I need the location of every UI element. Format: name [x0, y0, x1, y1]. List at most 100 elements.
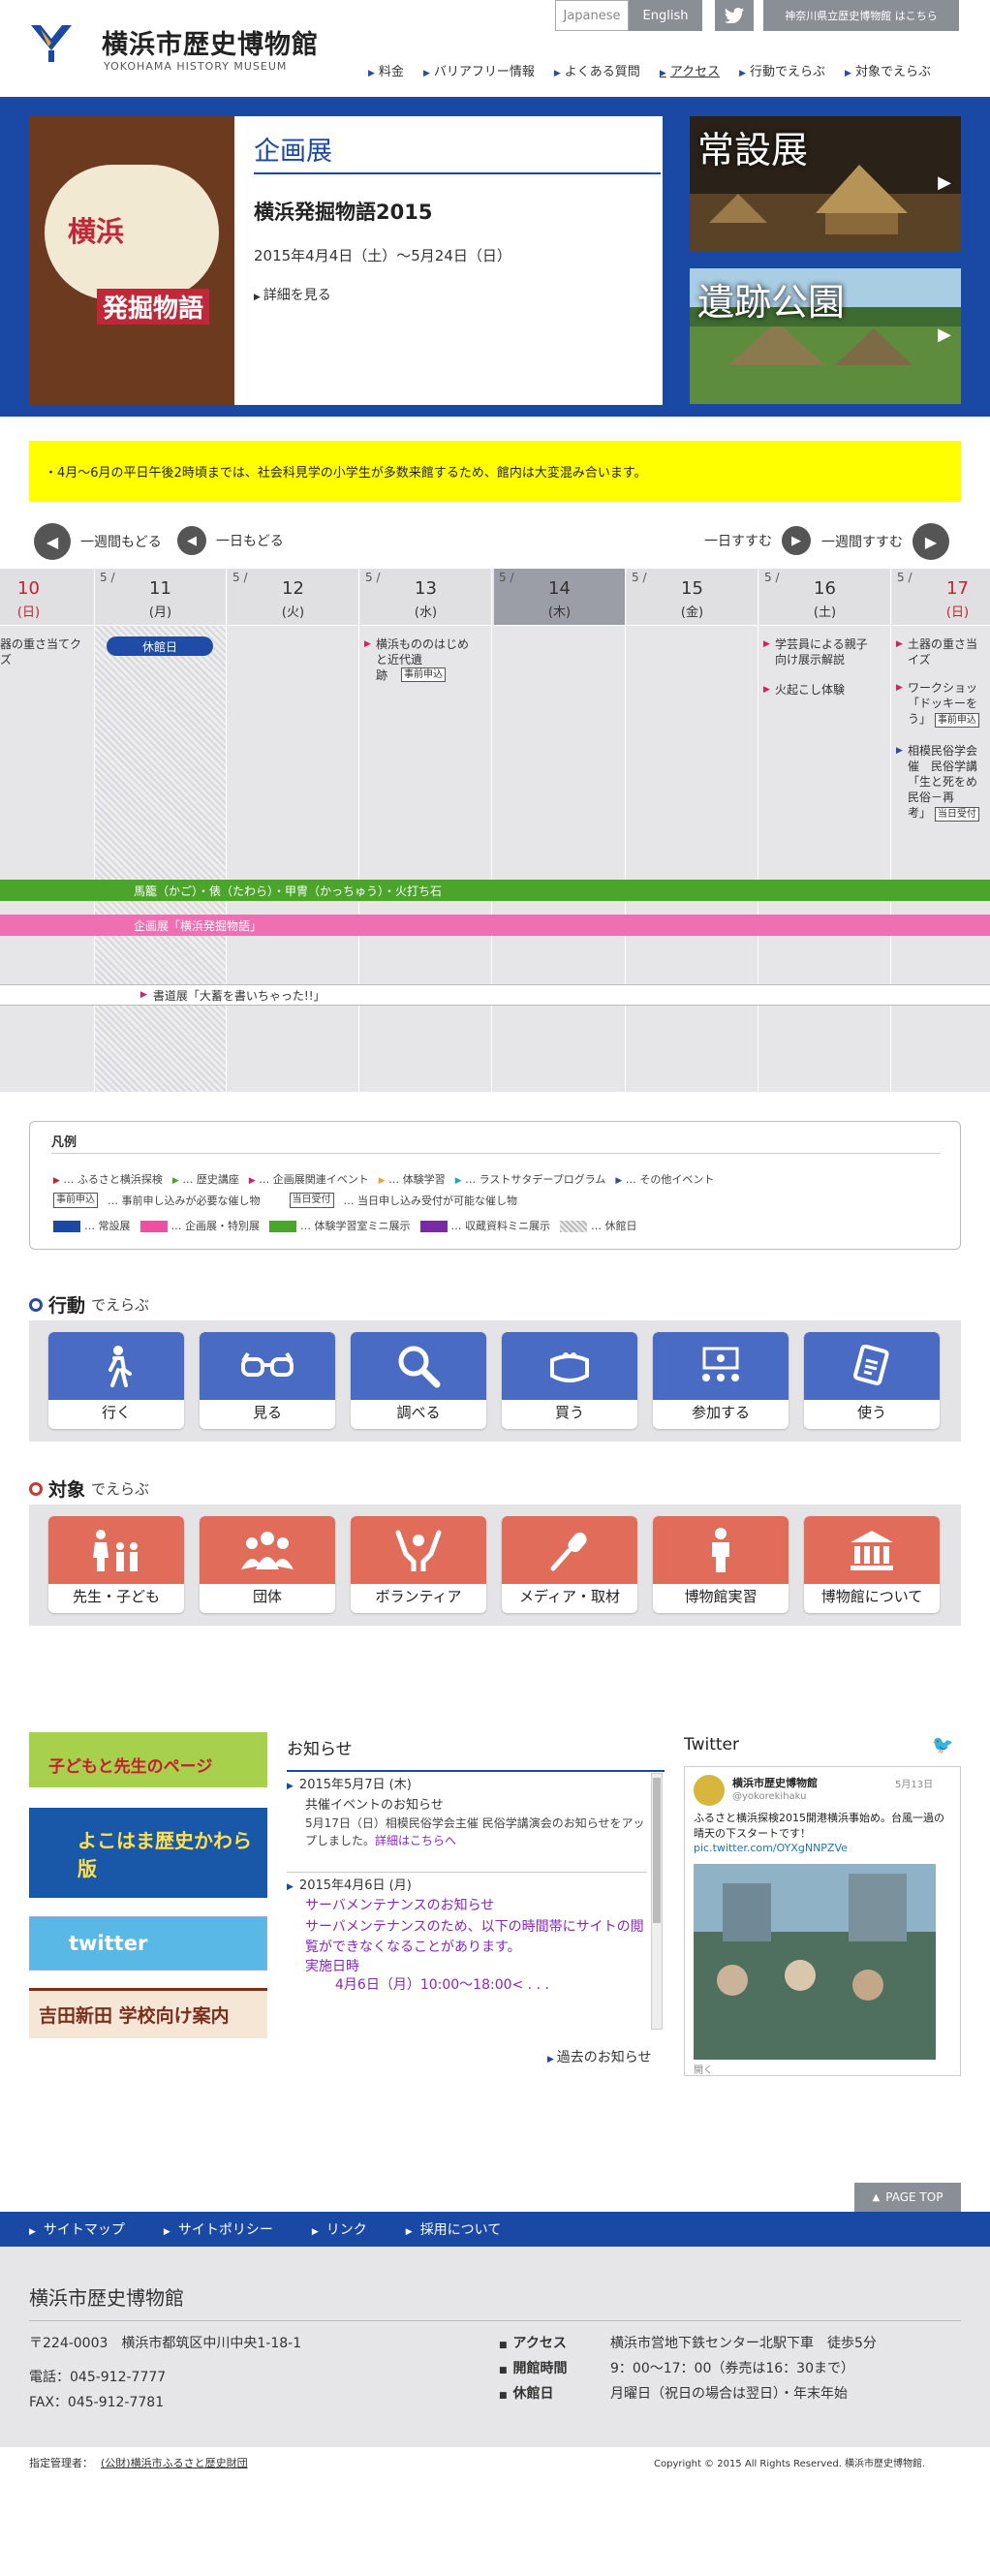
tweet-date[interactable]: 5月13日 — [895, 1776, 933, 1790]
swatch-purple — [419, 1221, 448, 1232]
action-join-tile[interactable]: 参加する — [653, 1332, 789, 1429]
lang-japanese-button[interactable]: Japanese — [555, 0, 629, 31]
chevron-right-icon: ▶ — [938, 172, 951, 193]
calendar-event[interactable]: ▶ 横浜もののはじめ と近代遺 跡 事前申込 — [364, 636, 485, 683]
action-see-tile[interactable]: 見る — [200, 1332, 335, 1429]
event-calendar: 10 (日) 5 /11 (月) 休館日 5 /12 (火) 5 /13 (水) 5 /… — [0, 569, 990, 1092]
kanagawa-museum-link[interactable]: 神奈川県立歴史博物館 はこちら — [763, 0, 959, 31]
mail-magazine-banner[interactable]: よこはま歴史かわら版 — [29, 1808, 267, 1898]
twitter-bird-icon — [725, 8, 744, 23]
avatar[interactable] — [694, 1775, 725, 1806]
footer-manager: 指定管理者： (公財)横浜市ふるさと歴史財団 — [29, 2457, 248, 2469]
scrollbar-thumb[interactable] — [653, 1778, 661, 1923]
calendar-event[interactable]: ▶ 学芸員による親子 向け展示解説 — [763, 636, 889, 667]
footer-tel: 電話：045-912-7777 — [29, 2370, 167, 2385]
museum-building-icon — [851, 1531, 893, 1570]
action-go-tile[interactable]: 行く — [48, 1332, 184, 1429]
twitter-header-button[interactable] — [715, 0, 754, 31]
target-internship-tile[interactable]: 博物館実習 — [653, 1516, 789, 1613]
presentation-icon — [702, 1347, 739, 1381]
legend-row-events: ▶ … ふるさと横浜探検 ▶ … 歴史講座 ▶ … 企画展関連イベント ▶ … … — [53, 1173, 715, 1186]
calendar-day: 5 /11 (月) 休館日 — [95, 569, 227, 1092]
tweet-link[interactable]: pic.twitter.com/OYXgNNPZVe — [694, 1842, 848, 1854]
walking-person-icon — [108, 1346, 132, 1387]
target-media-tile[interactable]: メディア・取材 — [502, 1516, 637, 1613]
exhibition-more-link[interactable]: ▶ 詳細を見る — [254, 285, 331, 304]
nav-faq[interactable]: ▶ よくある質問 — [554, 61, 640, 79]
tweet-photo[interactable] — [694, 1864, 936, 2060]
kids-teachers-banner[interactable]: 子どもと先生のページ — [29, 1732, 267, 1787]
special-exhibit-bar[interactable]: 企画展「横浜発掘物語」 — [0, 915, 990, 936]
twitter-banner[interactable]: twitter — [29, 1916, 267, 1971]
nav-access[interactable]: ▶ アクセス — [660, 61, 720, 79]
museum-logo-icon[interactable] — [29, 21, 74, 62]
calendar-day: 5 /15 (金) — [627, 569, 758, 1092]
mini-exhibit-bar[interactable]: 馬籠（かご）・俵（たわら）・甲冑（かっちゅう）・火打ち石 — [0, 880, 990, 901]
exhibition-poster[interactable]: 横浜 発掘物語 — [29, 116, 234, 405]
news-scrollbar[interactable] — [651, 1773, 663, 2030]
calendar-event[interactable]: 器の重さ当てク ズ — [0, 636, 81, 667]
page-top-button[interactable]: ▲ PAGE TOP — [854, 2183, 961, 2212]
arrow-right-icon: ▶ — [29, 2227, 36, 2237]
calendar-event[interactable]: ▶ 火起こし体験 — [763, 682, 889, 698]
calligraphy-exhibit-bar[interactable]: ▶ 書道展「大蓄を書いちゃった!!」 — [0, 984, 990, 1006]
news-detail-link[interactable]: 詳細はこちらへ — [375, 1834, 456, 1847]
arrow-right-icon: ▶ — [422, 69, 430, 78]
nav-fee[interactable]: ▶ 料金 — [368, 61, 404, 79]
target-about-tile[interactable]: 博物館について — [804, 1516, 940, 1613]
manager-link[interactable]: (公財)横浜市ふるさと歴史財団 — [101, 2457, 248, 2469]
day-next-button[interactable]: 一日すすむ ▶ — [704, 526, 811, 555]
tweet-open-link[interactable]: 開く — [694, 2062, 713, 2076]
pre-register-badge: 事前申込 — [53, 1193, 98, 1208]
footer-link-recruit[interactable]: ▶ 採用について — [406, 2219, 502, 2239]
arrow-left-icon: ◀ — [177, 526, 206, 555]
lang-english-button[interactable]: English — [629, 0, 702, 31]
bullet-icon: ■ — [499, 2341, 508, 2350]
site-park-banner[interactable]: 遺跡公園 ▶ — [690, 268, 961, 404]
poster-title: 横浜 — [68, 215, 125, 248]
action-buy-tile[interactable]: 買う — [502, 1332, 637, 1429]
news-item: ▶ 2015年4月6日 (月) サーバメンテナンスのお知らせ サーバメンテナンスの… — [287, 1878, 644, 1993]
footer-link-policy[interactable]: ▶ サイトポリシー — [164, 2219, 273, 2239]
action-research-tile[interactable]: 調べる — [351, 1332, 486, 1429]
target-dot-icon — [29, 1297, 43, 1312]
marker-orange-icon: ▶ — [378, 1176, 386, 1186]
arrow-right-icon: ▶ — [845, 69, 851, 78]
permanent-exhibit-label: 常設展 — [697, 129, 809, 171]
permanent-exhibit-banner[interactable]: 常設展 ▶ — [690, 116, 961, 252]
arrow-right-icon: ▶ — [547, 2055, 557, 2064]
week-prev-button[interactable]: ◀ 一週間もどる — [34, 523, 162, 560]
chevron-right-icon: ▶ — [938, 325, 951, 345]
glasses-icon — [241, 1351, 294, 1377]
footer-nav: ▶ サイトマップ ▶ サイトポリシー ▶ リンク ▶ 採用について — [0, 2212, 990, 2247]
footer-link-sitemap[interactable]: ▶ サイトマップ — [29, 2219, 125, 2239]
event-type-marker-icon: ▶ — [763, 685, 770, 695]
day-prev-button[interactable]: ◀ 一日もどる — [177, 526, 284, 555]
footer-link-links[interactable]: ▶ リンク — [312, 2219, 367, 2239]
target-group-tile[interactable]: 団体 — [200, 1516, 335, 1613]
arrow-right-icon: ▶ — [782, 526, 811, 555]
site-name[interactable]: 横浜市歴史博物館 — [102, 23, 319, 61]
nav-by-action[interactable]: ▶ 行動でえらぶ — [739, 61, 825, 79]
calendar-event[interactable]: ▶ ワークショッ 「ドッキーを う」 事前申込 — [896, 680, 990, 728]
exhibition-title[interactable]: 横浜発掘物語2015 — [254, 197, 432, 226]
copyright: Copyright © 2015 All Rights Reserved. 横浜… — [654, 2459, 926, 2469]
action-use-tile[interactable]: 使う — [804, 1332, 940, 1429]
calendar-event[interactable]: ▶ 土器の重さ当 イズ — [896, 636, 990, 667]
event-type-marker-icon: ▶ — [364, 639, 371, 649]
school-guide-banner[interactable]: 吉田新田 学校向け案内 — [29, 1988, 267, 2038]
marker-pink-icon: ▶ — [248, 1176, 256, 1186]
document-icon — [853, 1345, 889, 1385]
target-teacher-child-tile[interactable]: 先生・子ども — [48, 1516, 184, 1613]
week-next-button[interactable]: 一週間すすむ ▶ — [821, 523, 949, 560]
arrow-right-icon: ▶ — [287, 1882, 294, 1892]
tweet-text: ふるさと横浜探検2015開港横浜事始め。台風一過の晴天の下スタートです！ — [694, 1812, 944, 1840]
past-news-link[interactable]: ▶ 過去のお知らせ — [547, 2047, 652, 2066]
twitter-title: Twitter — [684, 1735, 739, 1754]
target-volunteer-tile[interactable]: ボランティア — [351, 1516, 486, 1613]
nav-barrierfree[interactable]: ▶ バリアフリー情報 — [423, 61, 535, 79]
nav-by-target[interactable]: ▶ 対象でえらぶ — [845, 61, 931, 79]
calendar-event[interactable]: ▶ 相模民俗学会 催 民俗学講 「生と死をめ 民俗－再 考」 当日受付 — [896, 743, 990, 822]
tweet-author-name[interactable]: 横浜市歴史博物館 — [732, 1775, 818, 1790]
target-dot-icon — [29, 1481, 43, 1496]
